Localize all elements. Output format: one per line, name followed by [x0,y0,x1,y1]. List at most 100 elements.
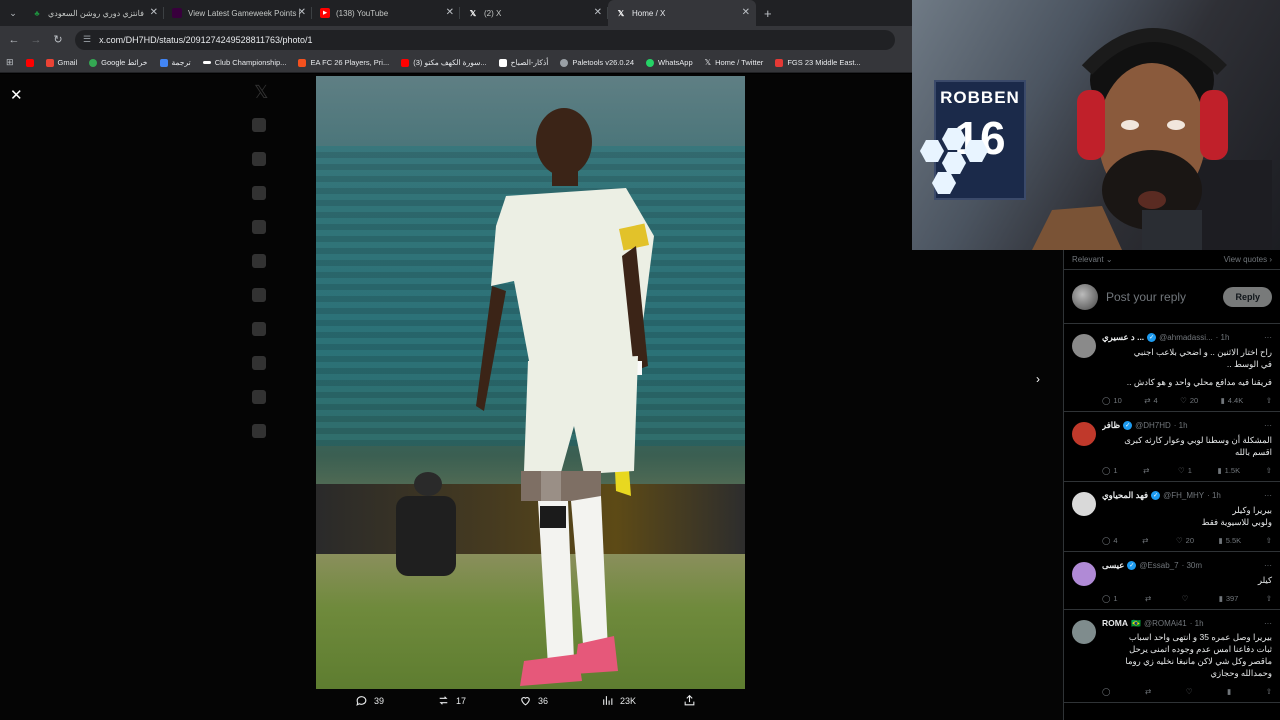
bookmark-club-championship[interactable]: Club Championship... [197,58,293,67]
share-button[interactable] [683,694,713,707]
avatar[interactable] [1072,422,1096,446]
reply-author-name[interactable]: ROMA [1102,618,1128,628]
reply-time[interactable]: · 1h [1216,333,1230,342]
more-icon[interactable]: ··· [1264,333,1272,342]
bookmark-youtube[interactable] [20,58,40,67]
close-tab-icon[interactable]: ✕ [594,7,602,18]
reply-views-button[interactable]: ▮ 1.5K [1218,466,1241,475]
bookmark-maps[interactable]: Google خرائط [83,58,153,67]
share-icon[interactable]: ⇧ [1266,594,1272,603]
more-icon[interactable]: ··· [1264,491,1272,500]
reply-reply-button[interactable]: ◯ [1102,687,1113,696]
sort-dropdown[interactable]: Relevant ⌄ [1072,255,1113,264]
repost-icon: ⇄ [1144,687,1152,696]
tab-x-notifications[interactable]: 𝕏 (2) X ✕ [460,0,608,26]
reply-like-button[interactable]: ♡ 1 [1178,466,1192,475]
reply-time[interactable]: · 1h [1174,421,1188,430]
reply-handle[interactable]: @ROMAi41 [1144,619,1187,628]
share-icon[interactable]: ⇧ [1266,687,1272,696]
reply-views-button[interactable]: ▮ 397 [1219,594,1239,603]
avatar[interactable] [1072,492,1096,516]
like-button[interactable]: 36 [519,694,601,707]
tab-x-home[interactable]: 𝕏 Home / X ✕ [608,0,756,26]
reply-repost-button[interactable]: ⇄ [1143,466,1152,475]
address-bar[interactable]: ☰ x.com/DH7HD/status/2091274249528811763… [75,29,895,50]
site-info-icon[interactable]: ☰ [83,34,91,45]
reply-repost-button[interactable]: ⇄ [1142,536,1151,545]
more-icon[interactable]: ··· [1264,561,1272,570]
apps-icon[interactable]: ⊞ [0,57,20,68]
reply-reply-button[interactable]: ◯ 1 [1102,594,1118,603]
reply-time[interactable]: · 1h [1190,619,1204,628]
reply-item[interactable]: عيسى ✓ @Essab_7 · 30m ··· كيلر ◯ 1 ⇄ ♡ ▮ 3… [1064,552,1280,610]
close-icon[interactable]: ✕ [10,86,23,104]
reply-like-button[interactable]: ♡ 20 [1176,536,1194,545]
views-button[interactable]: 23K [601,694,683,707]
reply-views-button[interactable]: ▮ [1227,687,1234,696]
bookmark-translate[interactable]: ترجمة [154,58,197,67]
reply-repost-button[interactable]: ⇄ 4 [1144,396,1157,405]
share-icon[interactable]: ⇧ [1266,396,1272,405]
tab-gameweek[interactable]: View Latest Gameweek Points | ✕ [164,0,312,26]
close-tab-icon[interactable]: ✕ [742,7,750,18]
reply-item[interactable]: فهد المحياوي ✓ @FH_MHY · 1h ··· بيريرا و… [1064,482,1280,552]
share-icon[interactable]: ⇧ [1266,466,1272,475]
share-icon[interactable]: ⇧ [1266,536,1272,545]
reply-handle[interactable]: @DH7HD [1135,421,1171,430]
reply-text-line: بيريرا وصل عمره 35 و انتهى واحد اسباب [1128,632,1272,642]
reply-handle[interactable]: @Essab_7 [1139,561,1178,570]
reply-author-name[interactable]: ظافر [1102,420,1120,431]
close-tab-icon[interactable]: ✕ [298,7,306,18]
bookmark-paletools[interactable]: Paletools v26.0.24 [554,58,640,67]
tab-search-icon[interactable]: ⌄ [2,2,24,24]
tab-fantasy[interactable]: ♣ فانتزي دوري روشن السعودي ✕ [24,0,164,26]
close-tab-icon[interactable]: ✕ [446,7,454,18]
reply-item[interactable]: ظافر ✓ @DH7HD · 1h ··· المشكلة أن وسطنا … [1064,412,1280,482]
tweet-photo[interactable] [316,76,745,689]
reply-reply-button[interactable]: ◯ 10 [1102,396,1122,405]
reply-author-name[interactable]: فهد المحياوي [1102,490,1148,501]
heart-icon: ♡ [1178,466,1185,475]
reply-handle[interactable]: @FH_MHY [1163,491,1204,500]
more-icon[interactable]: ··· [1264,421,1272,430]
reply-item[interactable]: ROMA 🇧🇷 @ROMAi41 · 1h ··· بيريرا وصل عمر… [1064,610,1280,703]
bookmark-twitter[interactable]: 𝕏 Home / Twitter [699,58,770,67]
new-tab-button[interactable]: + [764,6,772,21]
reply-views-button[interactable]: ▮ 5.5K [1219,536,1242,545]
reply-submit-button[interactable]: Reply [1223,286,1272,307]
reply-reply-button[interactable]: ◯ 1 [1102,466,1118,475]
bookmark-azkar[interactable]: أذكار-الصباح [493,58,555,67]
bookmark-fgs[interactable]: FGS 23 Middle East... [769,58,866,67]
reload-icon[interactable]: ↻ [47,33,69,46]
reply-like-button[interactable]: ♡ 20 [1180,396,1198,405]
back-icon[interactable]: ← [3,34,25,46]
view-quotes-link[interactable]: View quotes › [1224,255,1272,264]
bookmark-whatsapp[interactable]: WhatsApp [640,58,699,67]
reply-like-button[interactable]: ♡ [1182,594,1192,603]
close-tab-icon[interactable]: ✕ [150,7,158,18]
bookmark-gmail[interactable]: Gmail [40,58,84,67]
tab-youtube[interactable]: ▶ (138) YouTube ✕ [312,0,460,26]
repost-button[interactable]: 17 [437,694,519,707]
reply-time[interactable]: · 30m [1182,561,1202,570]
next-photo-icon[interactable]: › [1036,372,1040,386]
bookmark-futbin[interactable]: EA FC 26 Players, Pri... [292,58,395,67]
reply-button[interactable]: 39 [355,694,437,707]
reply-repost-button[interactable]: ⇄ [1145,687,1154,696]
more-icon[interactable]: ··· [1264,619,1272,628]
reply-author-name[interactable]: عيسى [1102,560,1124,571]
bookmark-kahf[interactable]: (3) سورة الكهف مكتو... [395,58,492,67]
forward-icon[interactable]: → [25,34,47,46]
reply-reply-button[interactable]: ◯ 4 [1102,536,1118,545]
reply-input[interactable]: Post your reply [1106,290,1215,304]
reply-item[interactable]: د عسيري ... ✓ @ahmadassi... · 1h ··· راح… [1064,324,1280,412]
avatar[interactable] [1072,620,1096,644]
reply-views-button[interactable]: ▮ 4.4K [1221,396,1244,405]
avatar[interactable] [1072,334,1096,358]
avatar[interactable] [1072,562,1096,586]
reply-handle[interactable]: @ahmadassi... [1159,333,1212,342]
reply-repost-button[interactable]: ⇄ [1145,594,1154,603]
reply-time[interactable]: · 1h [1207,491,1221,500]
reply-like-button[interactable]: ♡ [1186,687,1196,696]
reply-author-name[interactable]: د عسيري ... [1102,332,1144,343]
